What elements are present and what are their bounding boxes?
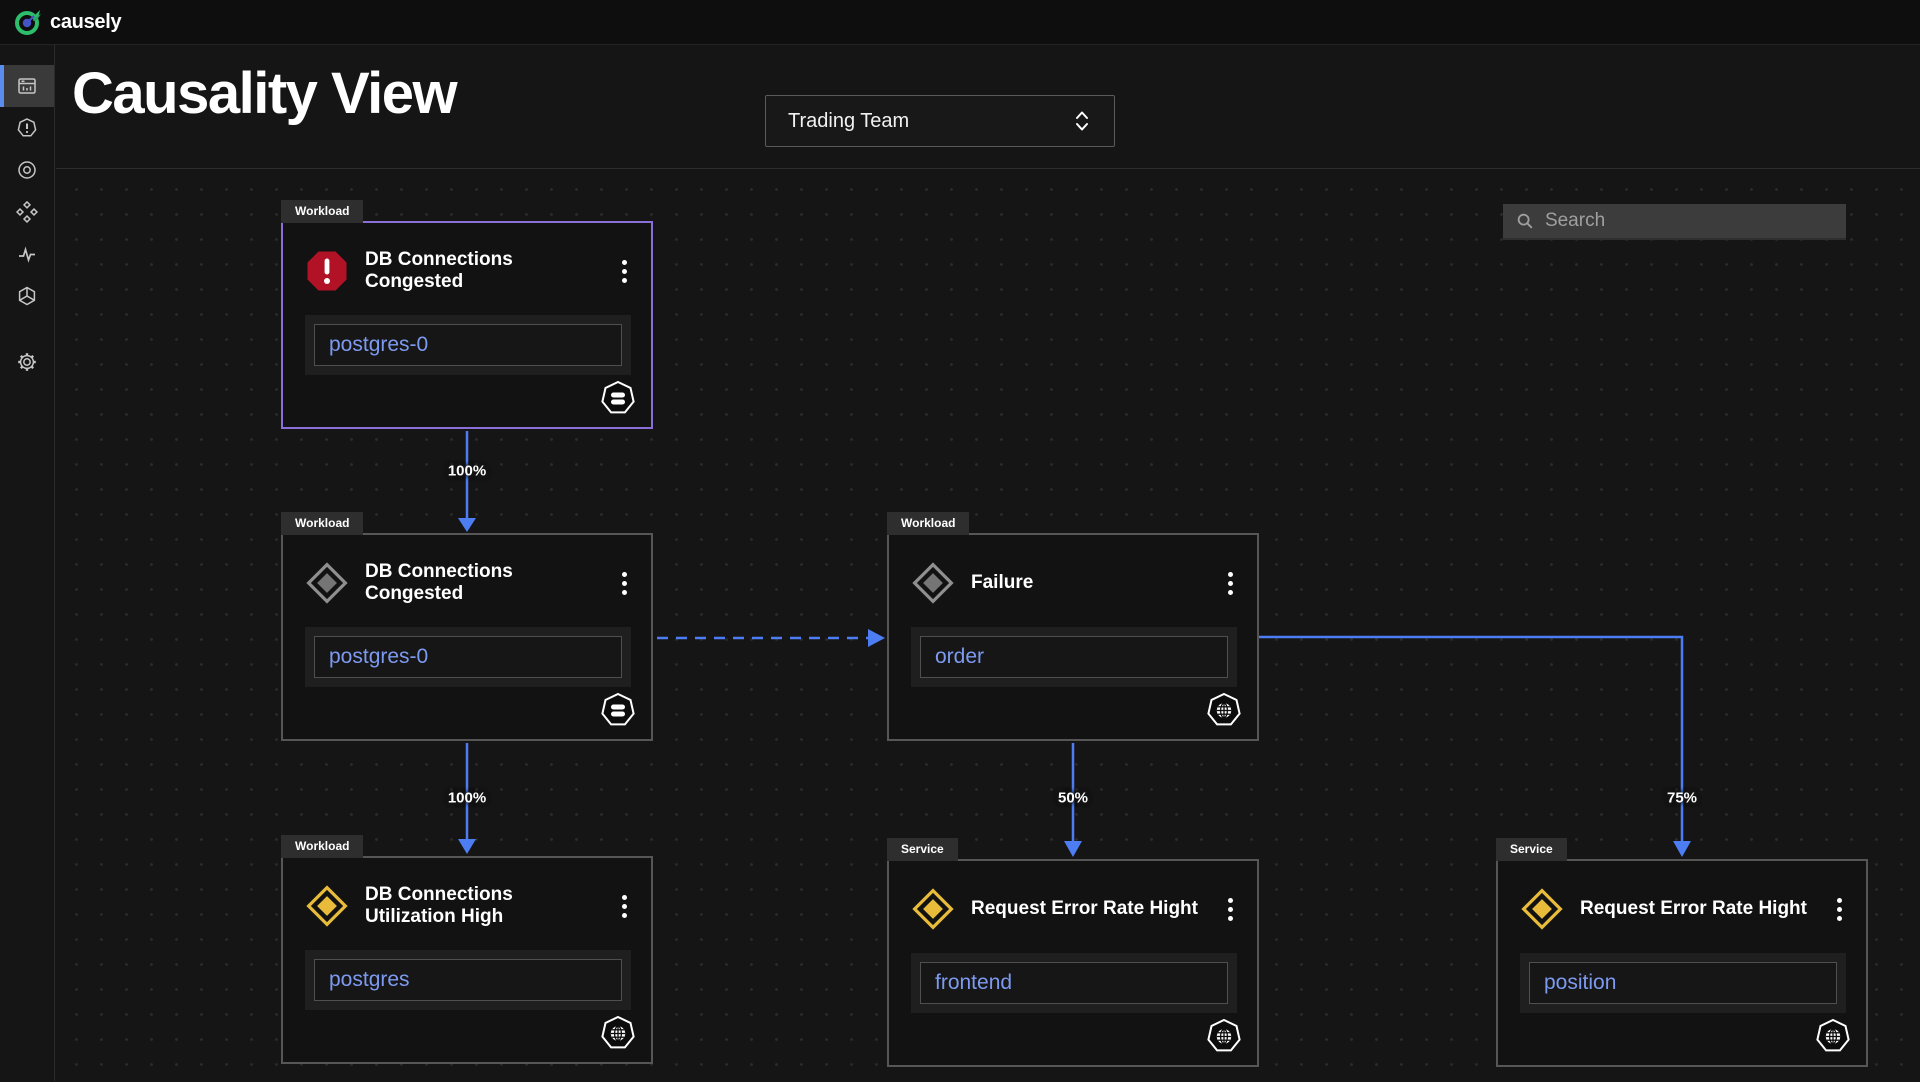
team-select-value: Trading Team — [788, 109, 910, 132]
sidebar-item-metrics[interactable] — [0, 233, 54, 275]
node-menu-button[interactable] — [616, 256, 633, 287]
entity-panel: frontend — [911, 953, 1237, 1013]
entity-link[interactable]: postgres-0 — [329, 645, 428, 668]
entity-link-box[interactable]: order — [920, 636, 1228, 678]
entity-panel: postgres — [305, 950, 631, 1010]
chevron-up-down-icon — [1076, 111, 1088, 131]
node-type-tab: Workload — [281, 512, 364, 535]
sidebar — [0, 45, 55, 1081]
diamond-yellow-icon — [306, 885, 348, 927]
graph-node-db-connections-congested[interactable]: Workload DB Connections Congested postgr… — [281, 512, 653, 741]
node-title: DB Connections Congested — [365, 561, 513, 604]
node-menu-button[interactable] — [616, 568, 633, 599]
node-menu-button[interactable] — [616, 891, 633, 922]
entity-link-box[interactable]: postgres — [314, 959, 622, 1001]
edge-probability-label: 75% — [1666, 789, 1698, 807]
diamond-yellow-icon — [1521, 888, 1563, 930]
database-heptagon-icon — [601, 692, 635, 726]
page-title: Causality View — [72, 61, 458, 126]
team-select-dropdown[interactable]: Trading Team — [765, 95, 1115, 147]
globe-heptagon-icon — [1207, 1018, 1241, 1052]
search-box — [1503, 204, 1846, 240]
diamond-yellow-icon — [912, 888, 954, 930]
sidebar-item-dashboard[interactable] — [0, 65, 54, 107]
entity-link-box[interactable]: frontend — [920, 962, 1228, 1004]
entity-link-box[interactable]: position — [1529, 962, 1837, 1004]
entity-panel: postgres-0 — [305, 315, 631, 375]
graph-node-failure[interactable]: Workload Failure order — [887, 512, 1259, 741]
sidebar-item-integrations[interactable] — [0, 275, 54, 317]
entity-panel: order — [911, 627, 1237, 687]
entity-panel: position — [1520, 953, 1846, 1013]
diamond-cluster-icon — [16, 201, 38, 223]
edge-probability-label: 100% — [447, 789, 487, 807]
node-type-tab: Workload — [281, 200, 364, 223]
entity-panel: postgres-0 — [305, 627, 631, 687]
sidebar-item-causality[interactable] — [0, 191, 54, 233]
entity-link[interactable]: postgres-0 — [329, 333, 428, 356]
entity-link[interactable]: frontend — [935, 971, 1012, 994]
edge-probability-label: 100% — [447, 462, 487, 480]
node-type-tab: Workload — [281, 835, 364, 858]
sidebar-item-targets[interactable] — [0, 149, 54, 191]
node-type-tab: Service — [1496, 838, 1567, 861]
node-menu-button[interactable] — [1222, 894, 1239, 925]
dashboard-icon — [18, 78, 36, 94]
sidebar-item-alerts[interactable] — [0, 107, 54, 149]
brand-logo[interactable]: causely — [14, 8, 122, 36]
entity-link[interactable]: postgres — [329, 968, 410, 991]
target-icon — [18, 161, 36, 179]
gear-icon — [18, 353, 36, 371]
graph-node-request-error-rate-position[interactable]: Service Request Error Rate Hight positio… — [1496, 838, 1868, 1067]
entity-link-box[interactable]: postgres-0 — [314, 324, 622, 366]
database-heptagon-icon — [601, 380, 635, 414]
node-title: Request Error Rate Hight — [1580, 898, 1807, 919]
globe-heptagon-icon — [1207, 692, 1241, 726]
search-icon — [1517, 213, 1533, 229]
edge-probability-label: 50% — [1057, 789, 1089, 807]
node-menu-button[interactable] — [1222, 568, 1239, 599]
graph-node-db-connections-utilization-high[interactable]: Workload DB Connections Utilization High… — [281, 835, 653, 1064]
pulse-icon — [19, 246, 35, 263]
globe-heptagon-icon — [1816, 1018, 1850, 1052]
causely-logo-icon — [15, 10, 41, 35]
search-input[interactable] — [1544, 210, 1834, 232]
hex-wheel-icon — [18, 286, 36, 306]
top-bar: causely — [0, 0, 1920, 45]
node-type-tab: Workload — [887, 512, 970, 535]
causality-graph-canvas[interactable]: 100% 100% 50% 75% Workload DB Connection… — [56, 168, 1920, 1081]
brand-name: causely — [50, 10, 122, 33]
node-type-tab: Service — [887, 838, 958, 861]
graph-node-request-error-rate-frontend[interactable]: Service Request Error Rate Hight fronten… — [887, 838, 1259, 1067]
critical-octagon-alert-icon — [307, 251, 347, 291]
diamond-gray-icon — [912, 562, 954, 604]
node-title: Request Error Rate Hight — [971, 898, 1198, 919]
entity-link-box[interactable]: postgres-0 — [314, 636, 622, 678]
node-menu-button[interactable] — [1831, 894, 1848, 925]
sidebar-item-settings[interactable] — [0, 341, 54, 383]
graph-node-db-connections-congested-root[interactable]: Workload DB Connections Congested postgr… — [281, 200, 653, 429]
node-title: Failure — [971, 572, 1034, 593]
node-title: DB Connections Congested — [365, 249, 513, 292]
alert-heptagon-icon — [17, 118, 37, 137]
node-title: DB Connections Utilization High — [365, 884, 513, 927]
entity-link[interactable]: position — [1544, 971, 1616, 994]
globe-heptagon-icon — [601, 1015, 635, 1049]
diamond-gray-icon — [306, 562, 348, 604]
entity-link[interactable]: order — [935, 645, 984, 668]
